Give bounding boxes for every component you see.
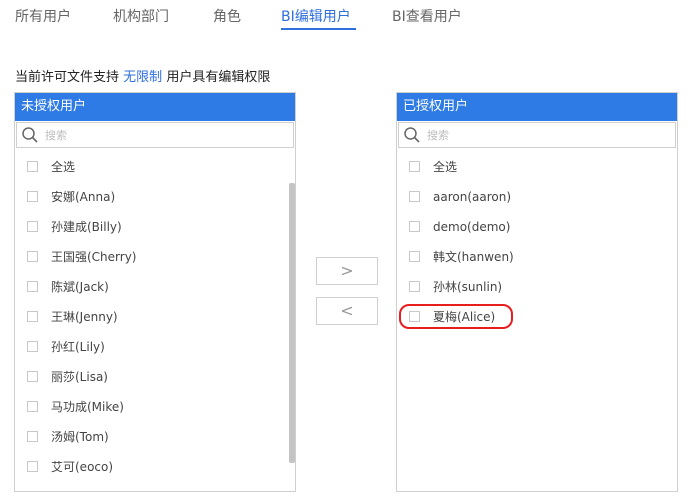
search-box [16,122,294,148]
checkbox[interactable] [27,341,38,352]
checkbox[interactable] [27,311,38,322]
list-item-label: 夏梅(Alice) [433,310,496,324]
list-item-label: aaron(aaron) [433,190,512,204]
select-all-label: 全选 [51,160,76,174]
checkbox[interactable] [27,191,38,202]
list-item-label: 王琳(Jenny) [51,310,118,324]
list-item-label: 王国强(Cherry) [51,250,137,264]
list-item-label: 丽莎(Lisa) [51,370,108,384]
checkbox[interactable] [27,251,38,262]
list-item-label: demo(demo) [433,220,511,234]
search-icon [22,127,38,143]
checkbox[interactable] [27,461,38,472]
select-all-label: 全选 [433,160,458,174]
list-item-label: 孙红(Lily) [51,340,105,354]
license-prefix: 当前许可文件支持 [15,70,120,85]
tab-departments[interactable]: 机构部门 [113,6,169,28]
tab-bi-viewers[interactable]: BI查看用户 [392,6,462,28]
list-item-label: 陈斌(Jack) [51,280,109,294]
checkbox[interactable] [27,161,38,172]
list-item-label: 安娜(Anna) [51,190,116,204]
search-icon [404,127,420,143]
list-item-label: 艾可(eoco) [51,460,114,474]
checkbox[interactable] [409,191,420,202]
search-input[interactable] [427,126,627,144]
list-item-label: 孙林(sunlin) [433,280,503,294]
checkbox[interactable] [409,251,420,262]
checkbox[interactable] [27,401,38,412]
user-list: 全选 aaron(aaron) demo(demo) 韩文(hanwen) 孙林… [397,153,677,491]
list-item-label: 汤姆(Tom) [51,430,109,444]
tab-all-users[interactable]: 所有用户 [15,6,71,28]
search-box [398,122,676,148]
list-item-label: 马功成(Mike) [51,400,124,414]
license-highlight: 无限制 [123,70,163,85]
active-tab-indicator [281,28,356,30]
panel-title: 未授权用户 [15,93,295,121]
checkbox[interactable] [409,281,420,292]
list-item-label: 韩文(hanwen) [433,250,514,264]
unauthorized-users-panel: 未授权用户 全选 安娜(Anna) 孙建成(Billy) 王国强(Cherry)… [14,92,296,492]
checkbox[interactable] [409,161,420,172]
checkbox[interactable] [27,371,38,382]
license-suffix: 用户具有编辑权限 [166,70,271,85]
move-left-button[interactable]: < [316,297,378,325]
checkbox[interactable] [409,221,420,232]
checkbox[interactable] [27,221,38,232]
panel-title: 已授权用户 [397,93,677,121]
checkbox[interactable] [409,311,420,322]
tab-roles[interactable]: 角色 [213,6,241,28]
move-right-button[interactable]: > [316,257,378,285]
tab-bar: 所有用户 机构部门 角色 BI编辑用户 BI查看用户 [0,0,692,34]
authorized-users-panel: 已授权用户 全选 aaron(aaron) demo(demo) 韩文(hanw… [396,92,678,492]
checkbox[interactable] [27,281,38,292]
checkbox[interactable] [27,431,38,442]
search-input[interactable] [45,126,245,144]
list-item-label: 孙建成(Billy) [51,220,122,234]
scrollbar[interactable] [289,183,295,463]
license-notice: 当前许可文件支持 无限制 用户具有编辑权限 [15,66,270,85]
tab-bi-editors[interactable]: BI编辑用户 [281,6,351,28]
user-list: 全选 安娜(Anna) 孙建成(Billy) 王国强(Cherry) 陈斌(Ja… [15,153,295,491]
checkbox[interactable] [27,491,38,492]
